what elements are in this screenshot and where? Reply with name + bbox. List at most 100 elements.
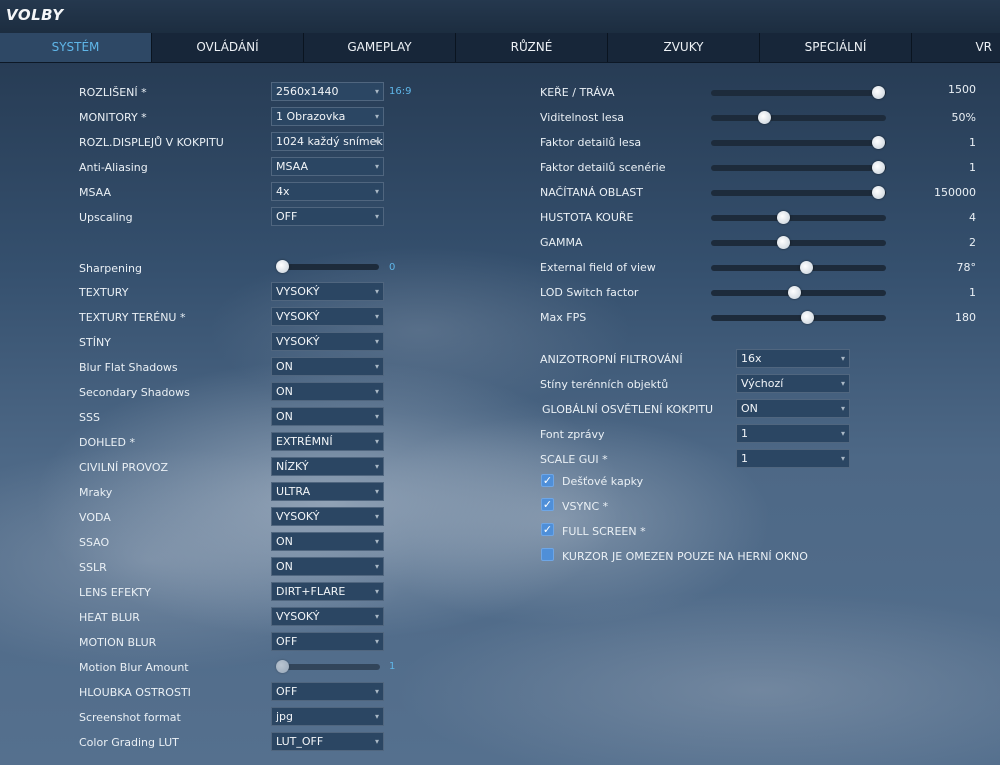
slider-handle[interactable] <box>276 260 289 273</box>
chevron-down-icon: ▾ <box>374 387 379 396</box>
slider-value: 2 <box>969 236 976 249</box>
slider-handle[interactable] <box>872 161 885 174</box>
tab-misc[interactable]: RŮZNÉ <box>456 33 608 62</box>
tab-special[interactable]: SPECIÁLNÍ <box>760 33 912 62</box>
cockpit-res-dropdown[interactable]: 1024 každý snímek ▾ <box>271 132 384 151</box>
chevron-down-icon: ▾ <box>374 437 379 446</box>
slider-value: 1 <box>969 286 976 299</box>
textures-dropdown[interactable]: VYSOKÝ ▾ <box>271 282 384 301</box>
vsync-label: VSYNC * <box>562 500 609 513</box>
depth-of-field-value: OFF <box>276 685 298 698</box>
lens-effects-label: LENS EFEKTY <box>79 586 151 599</box>
setting-slider[interactable] <box>711 309 886 327</box>
lens-effects-dropdown[interactable]: DIRT+FLARE ▾ <box>271 582 384 601</box>
slider-handle[interactable] <box>799 261 813 274</box>
slider-value: 1 <box>969 136 976 149</box>
ssao-dropdown[interactable]: ON ▾ <box>271 532 384 551</box>
slider-handle[interactable] <box>276 660 289 673</box>
water-label: VODA <box>79 511 111 524</box>
terrain-textures-label: TEXTURY TERÉNU * <box>79 311 186 324</box>
sslr-dropdown[interactable]: ON ▾ <box>271 557 384 576</box>
blur-flat-shadows-dropdown[interactable]: ON ▾ <box>271 357 384 376</box>
blur-flat-shadows-label: Blur Flat Shadows <box>79 361 178 374</box>
slider-handle[interactable] <box>801 311 815 324</box>
civil-traffic-dropdown[interactable]: NÍZKÝ ▾ <box>271 457 384 476</box>
anti-aliasing-dropdown[interactable]: MSAA ▾ <box>271 157 384 176</box>
resolution-dropdown[interactable]: 2560x1440 ▾ <box>271 82 384 101</box>
setting-slider[interactable] <box>711 184 886 202</box>
civil-traffic-value: NÍZKÝ <box>276 460 309 473</box>
sslr-label: SSLR <box>79 561 107 574</box>
visibility-value: EXTRÉMNÍ <box>276 435 333 448</box>
slider-handle[interactable] <box>872 136 885 149</box>
setting-slider[interactable] <box>711 209 886 227</box>
msaa-dropdown[interactable]: 4x ▾ <box>271 182 384 201</box>
sharpening-slider[interactable] <box>276 258 379 276</box>
setting-slider[interactable] <box>711 134 886 152</box>
motion-blur-dropdown[interactable]: OFF ▾ <box>271 632 384 651</box>
tab-system[interactable]: SYSTÉM <box>0 33 152 62</box>
scale-gui-dropdown[interactable]: 1 ▾ <box>736 449 850 468</box>
confine-cursor-checkbox[interactable]: ✓ <box>541 548 554 561</box>
clouds-dropdown[interactable]: ULTRA ▾ <box>271 482 384 501</box>
slider-track <box>711 140 886 146</box>
visibility-dropdown[interactable]: EXTRÉMNÍ ▾ <box>271 432 384 451</box>
upscaling-dropdown[interactable]: OFF ▾ <box>271 207 384 226</box>
setting-slider[interactable] <box>711 109 886 127</box>
scale-gui-value: 1 <box>741 452 748 465</box>
title-bar: VOLBY <box>0 0 1000 33</box>
anisotropic-dropdown[interactable]: 16x ▾ <box>736 349 850 368</box>
aspect-ratio-label: 16:9 <box>389 86 412 97</box>
heat-blur-dropdown[interactable]: VYSOKÝ ▾ <box>271 607 384 626</box>
setting-slider[interactable] <box>711 259 886 277</box>
shadows-dropdown[interactable]: VYSOKÝ ▾ <box>271 332 384 351</box>
sharpening-label: Sharpening <box>79 262 142 275</box>
rain-drops-checkbox[interactable]: ✓ <box>541 474 554 487</box>
tab-vr[interactable]: VR <box>912 33 1000 62</box>
slider-handle[interactable] <box>788 286 802 299</box>
depth-of-field-label: HLOUBKA OSTROSTI <box>79 686 191 699</box>
cockpit-gi-dropdown[interactable]: ON ▾ <box>736 399 850 418</box>
slider-label: KEŘE / TRÁVA <box>540 86 615 99</box>
slider-handle[interactable] <box>872 86 885 99</box>
monitors-dropdown[interactable]: 1 Obrazovka ▾ <box>271 107 384 126</box>
slider-track <box>711 240 886 246</box>
message-font-dropdown[interactable]: 1 ▾ <box>736 424 850 443</box>
slider-value: 180 <box>955 311 976 324</box>
full-screen-checkbox[interactable]: ✓ <box>541 523 554 536</box>
setting-slider[interactable] <box>711 284 886 302</box>
depth-of-field-dropdown[interactable]: OFF ▾ <box>271 682 384 701</box>
slider-handle[interactable] <box>777 236 790 249</box>
slider-track <box>711 215 886 221</box>
tab-gameplay[interactable]: GAMEPLAY <box>304 33 456 62</box>
water-dropdown[interactable]: VYSOKÝ ▾ <box>271 507 384 526</box>
vsync-checkbox[interactable]: ✓ <box>541 498 554 511</box>
screenshot-format-label: Screenshot format <box>79 711 181 724</box>
chevron-down-icon: ▾ <box>374 87 379 96</box>
chevron-down-icon: ▾ <box>374 412 379 421</box>
check-icon: ✓ <box>543 548 552 561</box>
setting-slider[interactable] <box>711 84 886 102</box>
setting-slider[interactable] <box>711 159 886 177</box>
resolution-value: 2560x1440 <box>276 85 339 98</box>
tab-sounds[interactable]: ZVUKY <box>608 33 760 62</box>
tab-controls[interactable]: OVLÁDÁNÍ <box>152 33 304 62</box>
slider-value: 150000 <box>934 186 976 199</box>
slider-label: Faktor detailů lesa <box>540 136 642 149</box>
sharpening-value: 0 <box>389 262 396 273</box>
terrain-object-shadows-dropdown[interactable]: Výchozí ▾ <box>736 374 850 393</box>
setting-slider[interactable] <box>711 234 886 252</box>
secondary-shadows-dropdown[interactable]: ON ▾ <box>271 382 384 401</box>
terrain-textures-dropdown[interactable]: VYSOKÝ ▾ <box>271 307 384 326</box>
terrain-textures-value: VYSOKÝ <box>276 310 320 323</box>
screenshot-format-dropdown[interactable]: jpg ▾ <box>271 707 384 726</box>
message-font-value: 1 <box>741 427 748 440</box>
full-screen-label: FULL SCREEN * <box>562 525 646 538</box>
sss-dropdown[interactable]: ON ▾ <box>271 407 384 426</box>
motion-blur-amount-slider[interactable] <box>276 658 380 676</box>
slider-handle[interactable] <box>872 186 885 199</box>
slider-handle[interactable] <box>777 211 790 224</box>
color-grading-dropdown[interactable]: LUT_OFF ▾ <box>271 732 384 751</box>
chevron-down-icon: ▾ <box>374 187 379 196</box>
slider-handle[interactable] <box>757 111 771 124</box>
